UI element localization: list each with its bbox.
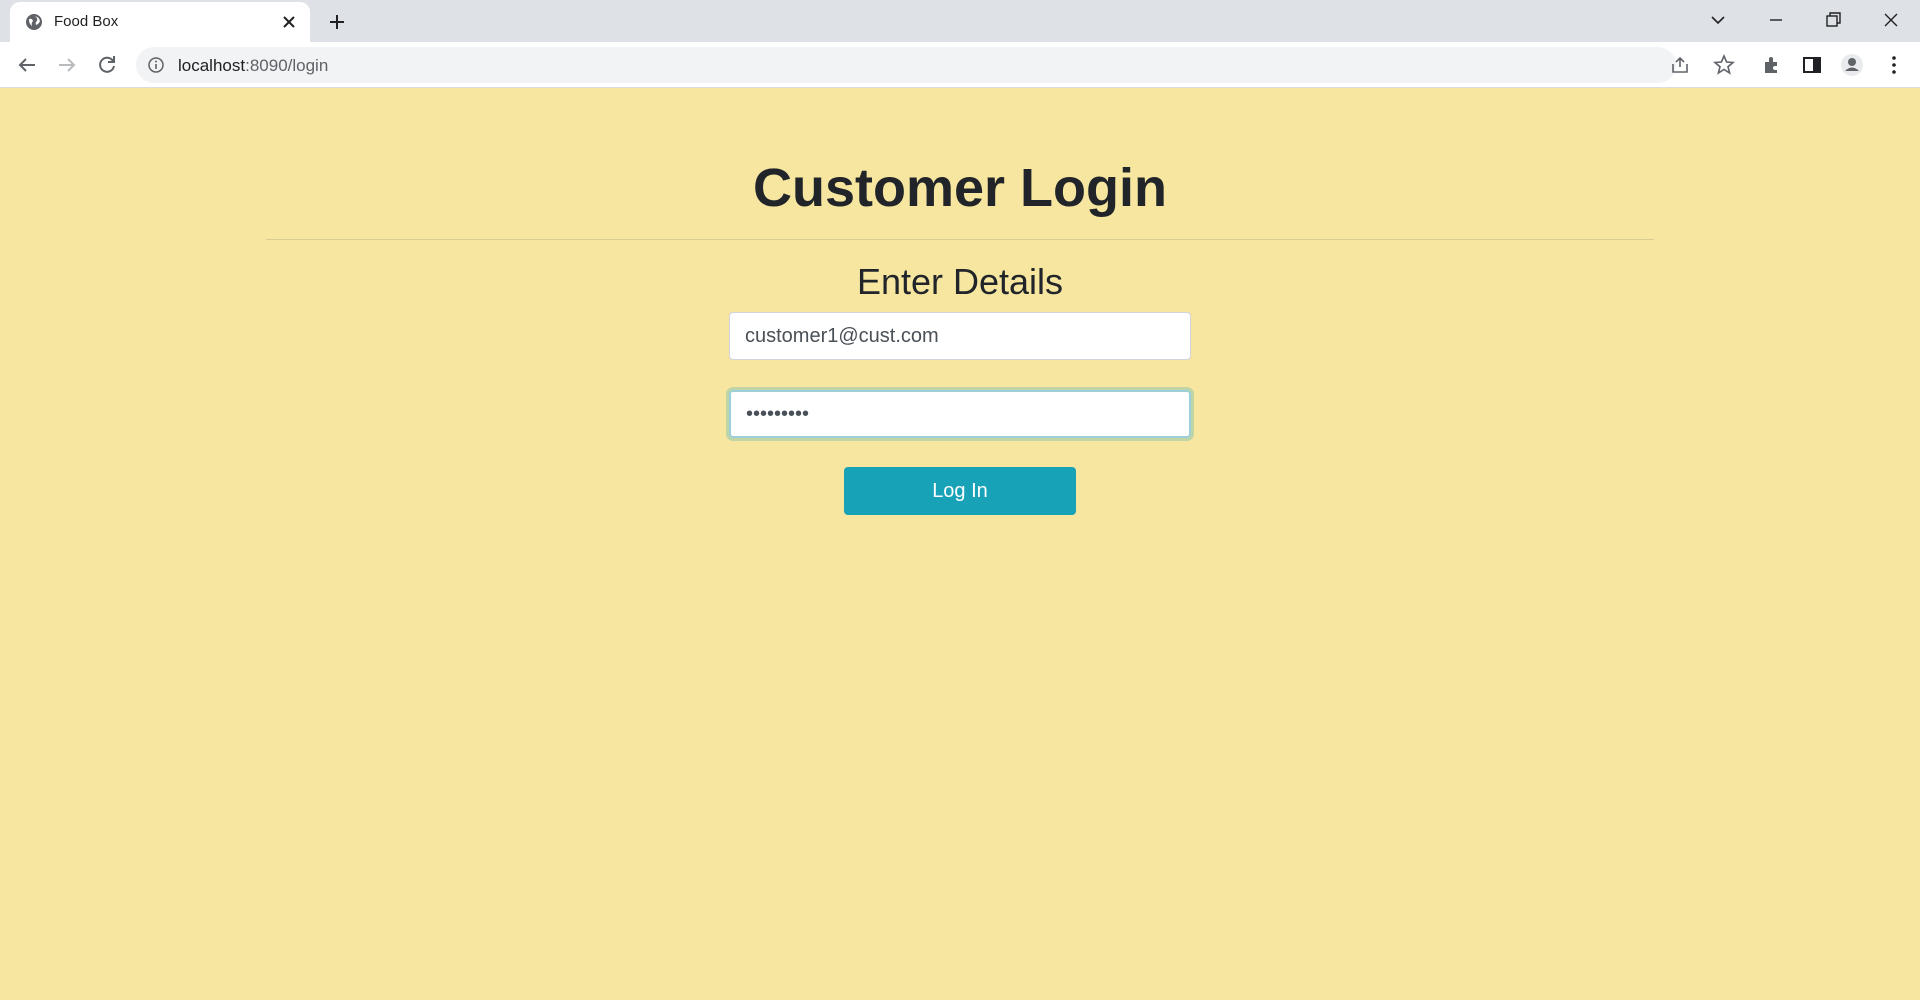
forward-icon[interactable] bbox=[55, 53, 79, 77]
minimize-icon[interactable] bbox=[1764, 8, 1788, 32]
page-title: Customer Login bbox=[753, 158, 1167, 218]
reload-icon[interactable] bbox=[95, 53, 119, 77]
restore-icon[interactable] bbox=[1821, 8, 1845, 32]
email-field[interactable] bbox=[729, 312, 1191, 360]
extensions-icon[interactable] bbox=[1760, 53, 1784, 77]
share-icon[interactable] bbox=[1670, 55, 1690, 75]
tab-food-box[interactable]: Food Box bbox=[10, 2, 310, 42]
plus-icon[interactable] bbox=[325, 10, 349, 34]
url-text[interactable]: localhost:8090/login bbox=[178, 56, 328, 76]
profile-icon[interactable] bbox=[1840, 53, 1864, 77]
login-button[interactable]: Log In bbox=[844, 467, 1076, 515]
tab-strip: Food Box bbox=[0, 0, 1920, 42]
globe-icon bbox=[26, 14, 42, 30]
menu-icon[interactable] bbox=[1882, 53, 1906, 77]
side-panel-icon[interactable] bbox=[1800, 53, 1824, 77]
browser-toolbar: localhost:8090/login bbox=[0, 42, 1920, 88]
password-field[interactable] bbox=[729, 390, 1191, 438]
url-path: :8090/login bbox=[245, 56, 329, 75]
back-icon[interactable] bbox=[15, 53, 39, 77]
close-window-icon[interactable] bbox=[1879, 8, 1903, 32]
divider bbox=[266, 239, 1654, 240]
address-bar[interactable]: localhost:8090/login bbox=[136, 47, 1688, 83]
close-icon[interactable] bbox=[280, 13, 298, 31]
login-page: Customer Login Enter Details Log In bbox=[0, 89, 1920, 1000]
url-host: localhost bbox=[178, 56, 246, 75]
chevron-down-icon[interactable] bbox=[1706, 8, 1730, 32]
form-subtitle: Enter Details bbox=[856, 261, 1064, 302]
info-icon[interactable] bbox=[148, 57, 164, 73]
star-icon[interactable] bbox=[1712, 53, 1736, 77]
tab-title: Food Box bbox=[54, 13, 119, 30]
